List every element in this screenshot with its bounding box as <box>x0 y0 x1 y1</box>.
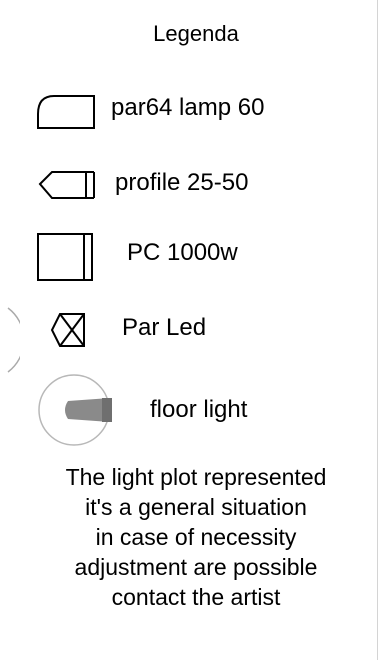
legend-item-label: PC 1000w <box>127 239 238 266</box>
legend-item-label: floor light <box>150 396 248 423</box>
legend-item-profile: profile 25-50 <box>0 156 392 216</box>
legend-item-par64: par64 lamp 60 <box>0 80 392 140</box>
legend-item-label: par64 lamp 60 <box>111 94 265 121</box>
legend-item-floor-light: floor light <box>0 372 392 452</box>
par-led-icon <box>50 313 85 347</box>
legend-panel: Legenda par64 lamp 60 profile 25-50 PC 1… <box>0 0 392 660</box>
note-line: adjustment are possible <box>74 554 318 580</box>
legend-item-label: Par Led <box>122 314 207 341</box>
note-line: in case of necessity <box>95 524 297 550</box>
pc-icon <box>37 233 93 281</box>
floor-light-icon <box>38 374 112 446</box>
profile-icon <box>38 171 95 199</box>
note-line: contact the artist <box>111 584 281 610</box>
note-line: it's a general situation <box>85 494 307 520</box>
legend-item-label: profile 25-50 <box>115 169 249 196</box>
note-line: The light plot represented <box>65 464 327 490</box>
par64-icon <box>37 95 95 129</box>
legend-item-pc: PC 1000w <box>0 226 392 286</box>
legend-title: Legenda <box>153 21 239 46</box>
legend-item-par-led: Par Led <box>0 300 392 360</box>
legend-note: The light plot represented it's a genera… <box>0 462 392 612</box>
